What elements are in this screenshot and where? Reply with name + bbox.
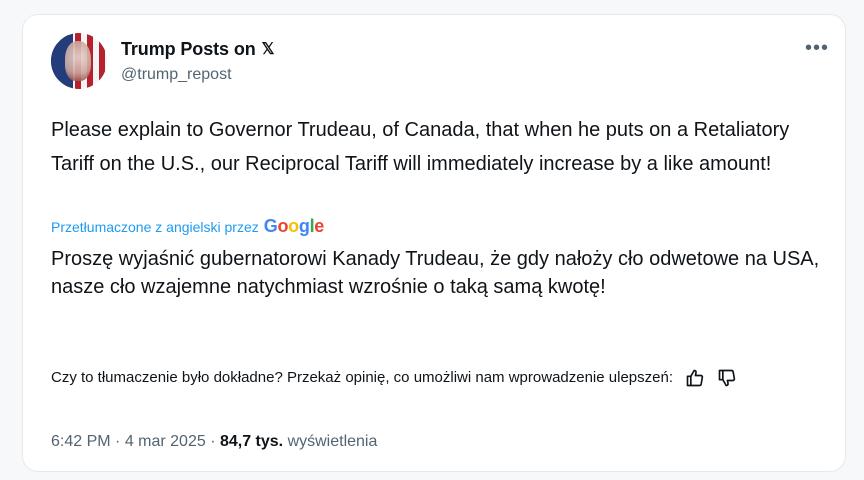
tweet-date[interactable]: 4 mar 2025 — [125, 433, 206, 450]
tweet-meta: 6:42 PM · 4 mar 2025 · 84,7 tys. wyświet… — [51, 433, 377, 451]
more-options-icon[interactable]: ••• — [805, 37, 829, 60]
tweet-card[interactable]: Trump Posts on 𝕏 @trump_repost ••• Pleas… — [22, 14, 846, 472]
thumbs-down-icon[interactable] — [717, 368, 737, 388]
meta-separator: · — [110, 433, 125, 450]
meta-separator: · — [205, 433, 220, 450]
x-logo-icon: 𝕏 — [261, 40, 275, 58]
author-handle[interactable]: @trump_repost — [121, 66, 232, 84]
views-label: wyświetlenia — [283, 433, 378, 450]
google-logo: Google — [263, 216, 325, 236]
translated-by-link[interactable]: Przetłumaczone z angielski przez Google — [51, 216, 324, 237]
thumbs-up-icon[interactable] — [685, 368, 705, 388]
avatar[interactable] — [51, 33, 107, 89]
author-name-row[interactable]: Trump Posts on 𝕏 — [121, 39, 275, 60]
views-count: 84,7 tys. — [219, 433, 284, 450]
feedback-prompt: Czy to tłumaczenie było dokładne? Przeka… — [51, 369, 673, 386]
translation-feedback: Czy to tłumaczenie było dokładne? Przeka… — [51, 367, 831, 389]
avatar-portrait — [65, 41, 91, 81]
tweet-time[interactable]: 6:42 PM — [51, 433, 111, 450]
tweet-original-text: Please explain to Governor Trudeau, of C… — [51, 119, 790, 175]
author-name[interactable]: Trump Posts on — [121, 39, 256, 60]
tweet-translated-text: Proszę wyjaśnić gubernatorowi Kanady Tru… — [51, 248, 820, 298]
translated-by-label: Przetłumaczone z angielski przez — [51, 218, 259, 235]
